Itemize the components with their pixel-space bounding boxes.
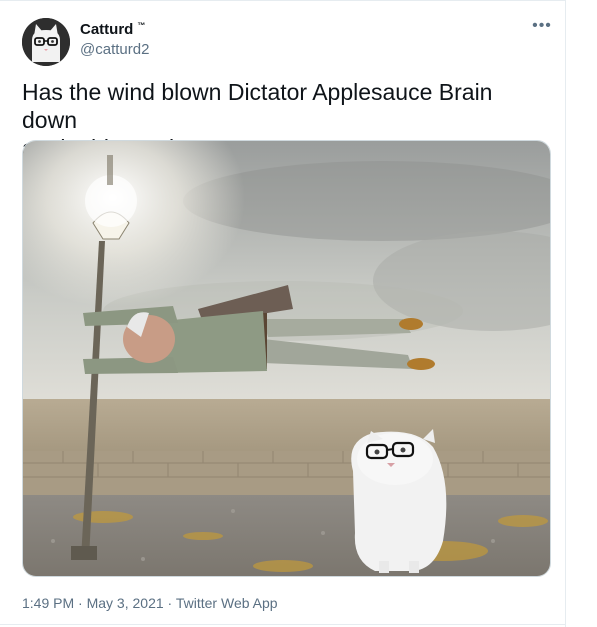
divider-right [565,0,566,627]
tweet-time[interactable]: 1:49 PM [22,595,74,611]
tweet-source: Twitter Web App [175,595,278,611]
author-handle[interactable]: @catturd2 [80,40,149,59]
author-display-name[interactable]: Catturd [80,20,133,39]
more-options-icon: ••• [532,17,552,34]
cat-avatar-icon [22,18,70,66]
tweet-card: Catturd ™ @catturd2 ••• Has the wind blo… [0,0,597,627]
avatar[interactable] [22,18,70,66]
tweet-date[interactable]: May 3, 2021 [87,595,164,611]
tweet-timestamp: 1:49 PM · May 3, 2021 · Twitter Web App [22,594,278,612]
separator-dot: · [74,595,87,611]
separator-dot: · [163,595,176,611]
trademark-symbol: ™ [137,21,146,30]
divider-top [0,0,565,1]
meme-image [23,141,550,576]
more-options-button[interactable]: ••• [528,16,556,36]
tweet-text-line-1: Has the wind blown Dictator Applesauce B… [22,79,493,133]
author-name-row[interactable]: Catturd ™ [80,20,145,39]
divider-bottom [0,624,565,625]
tweet-media-photo[interactable] [22,140,551,577]
